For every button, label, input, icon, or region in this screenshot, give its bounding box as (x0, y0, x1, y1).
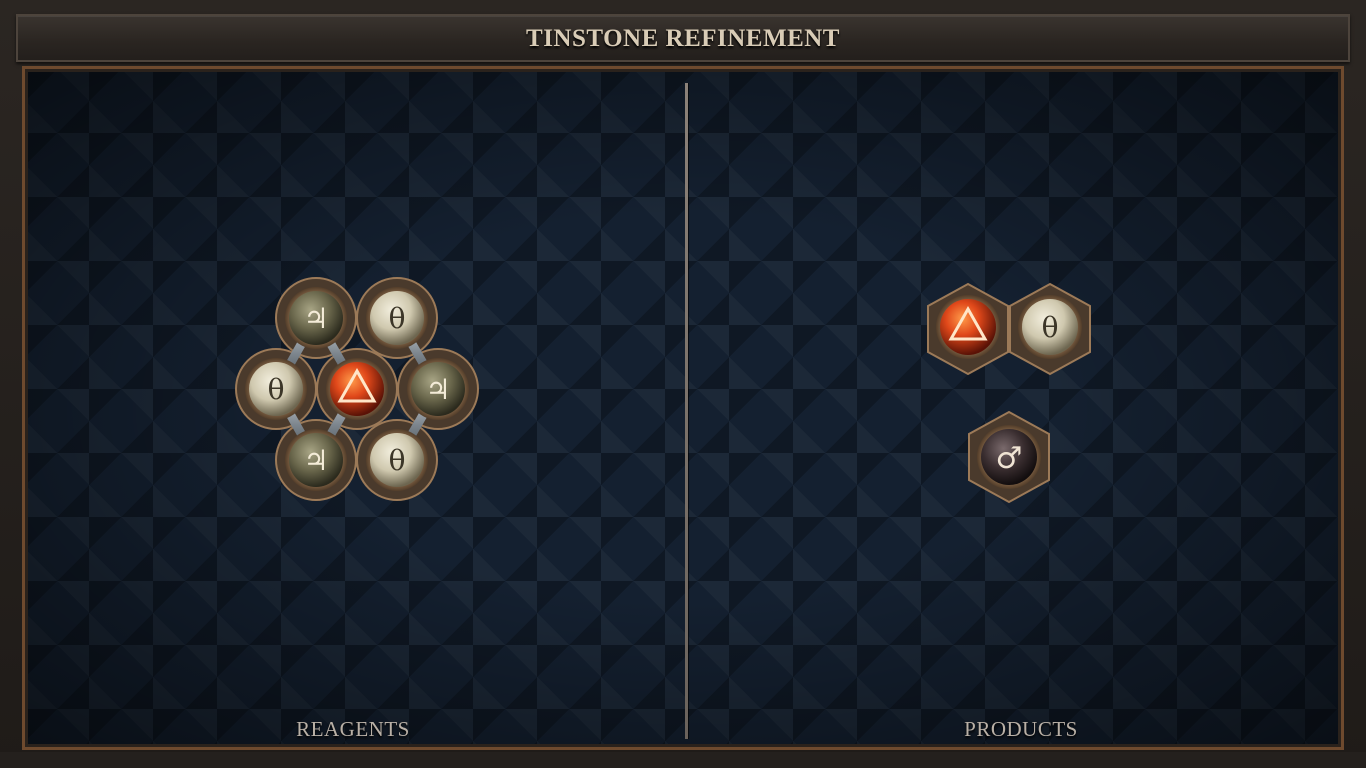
atom-tin[interactable]: ♃ (285, 287, 347, 349)
salt-theta-icon: θ (389, 302, 406, 335)
atom-fire[interactable] (326, 358, 388, 420)
salt-theta-icon: θ (389, 444, 406, 477)
molecule-canvas: ♃ θ θ ♃ ♃ θ θ ♂ (235, 277, 1091, 504)
reagent-molecule: ♃ θ θ ♃ ♃ θ (235, 277, 479, 501)
product-molecule-2: ♂ (968, 410, 1050, 504)
atom-tin[interactable]: ♃ (285, 429, 347, 491)
tin-jupiter-icon: ♃ (425, 373, 450, 406)
atom-tin[interactable]: ♃ (407, 358, 469, 420)
salt-theta-icon: θ (268, 373, 285, 406)
product-molecule-1: θ (927, 282, 1091, 376)
atom-salt[interactable]: θ (366, 429, 428, 491)
window-frame: TINSTONE REFINEMENT REAGENTS PRODUCTS ♃ … (0, 0, 1366, 768)
salt-theta-icon: θ (1042, 311, 1059, 344)
atom-fire[interactable] (936, 295, 1000, 359)
bottom-frame (0, 752, 1366, 768)
atom-salt[interactable]: θ (366, 287, 428, 349)
atom-iron[interactable]: ♂ (977, 425, 1041, 489)
atom-salt[interactable]: θ (1018, 295, 1082, 359)
iron-mars-icon: ♂ (996, 441, 1023, 476)
tin-jupiter-icon: ♃ (303, 302, 328, 335)
atom-salt[interactable]: θ (245, 358, 307, 420)
tin-jupiter-icon: ♃ (303, 444, 328, 477)
